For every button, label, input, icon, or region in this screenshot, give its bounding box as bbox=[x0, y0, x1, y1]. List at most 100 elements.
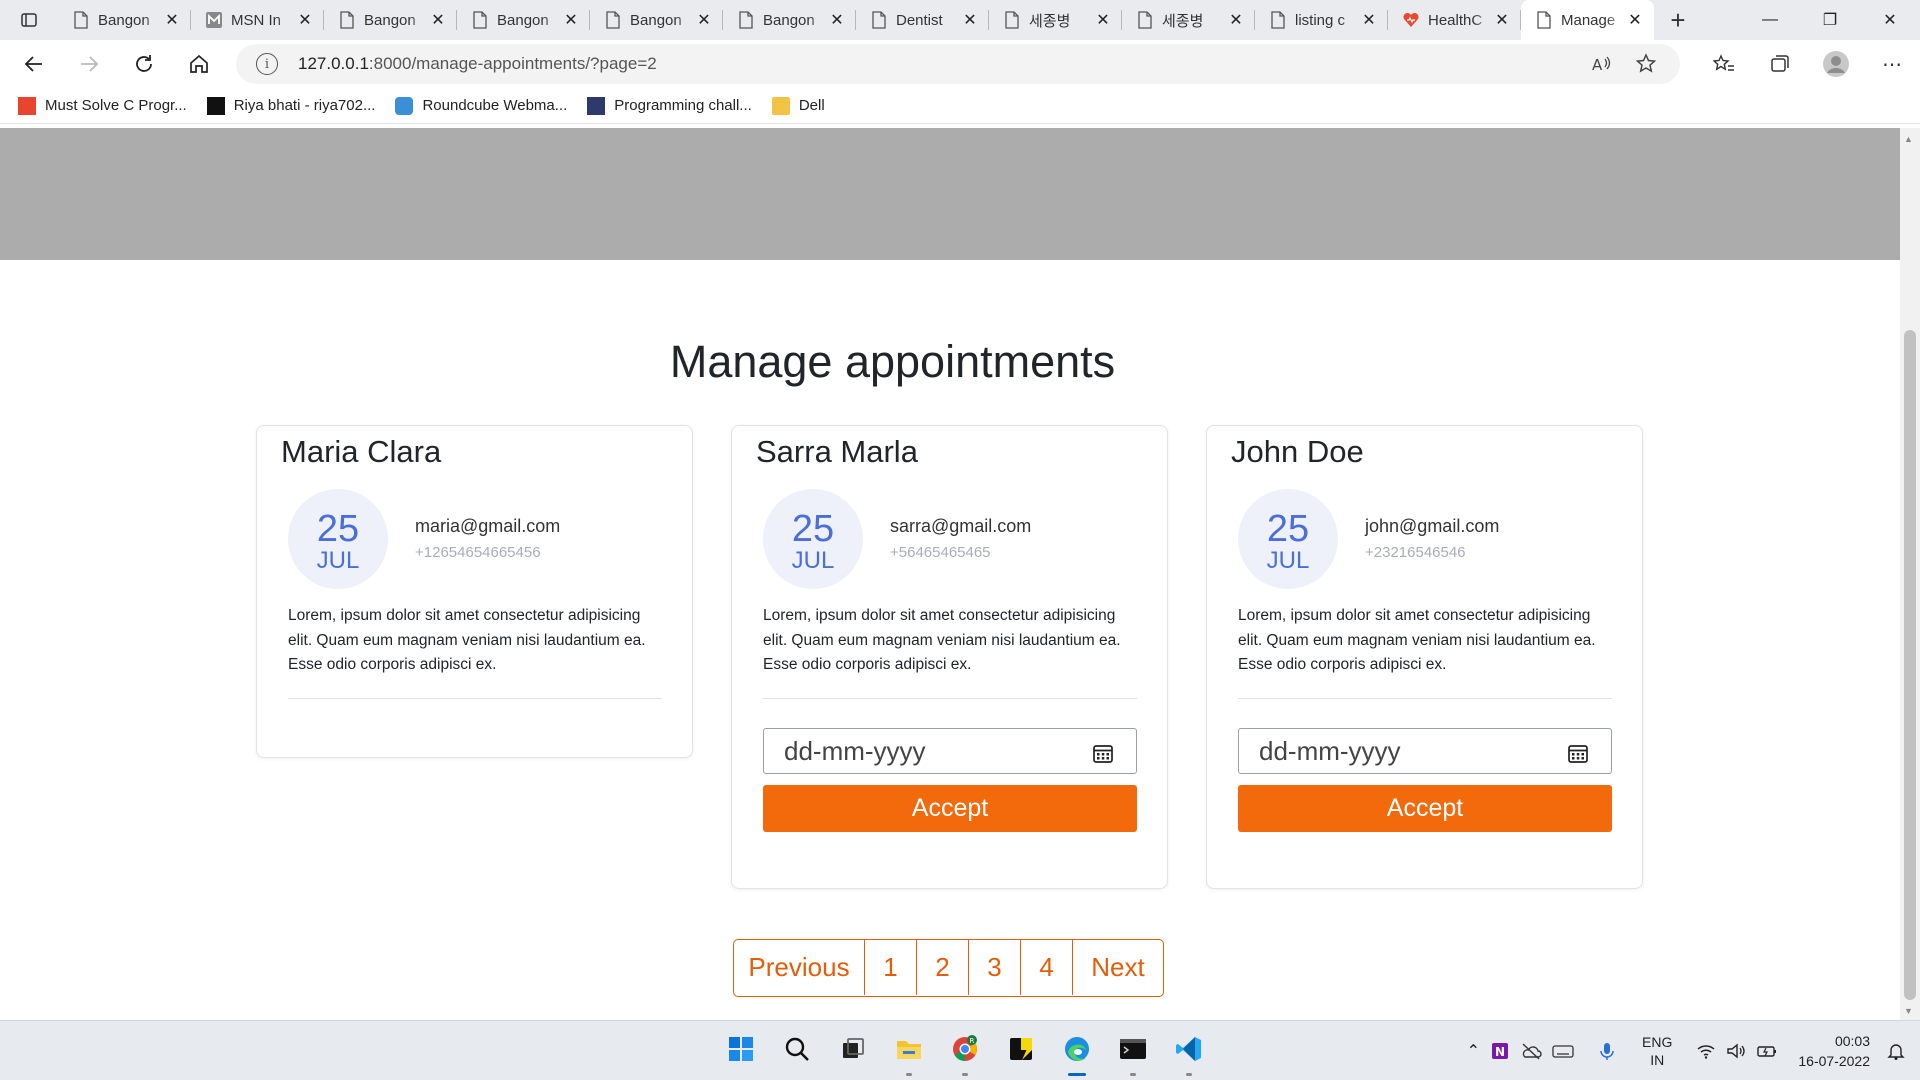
windows-start-taskbar-button[interactable] bbox=[720, 1030, 762, 1072]
tab-close-icon[interactable]: ✕ bbox=[1094, 11, 1112, 29]
file-explorer-taskbar-button[interactable] bbox=[888, 1030, 930, 1076]
page-icon bbox=[737, 11, 755, 29]
appointment-date-badge: 25 JUL bbox=[763, 489, 863, 589]
favorites-icon bbox=[1713, 54, 1734, 71]
edge-taskbar-button[interactable] bbox=[1056, 1030, 1098, 1076]
tab-close-icon[interactable]: ✕ bbox=[1360, 11, 1378, 29]
favorites-button[interactable] bbox=[1696, 40, 1752, 88]
pagination-page-1[interactable]: 1 bbox=[865, 940, 917, 995]
language-indicator[interactable]: ENG IN bbox=[1642, 1033, 1672, 1069]
bookmark-item[interactable]: Roundcube Webma... bbox=[395, 96, 568, 115]
tab-close-icon[interactable]: ✕ bbox=[1227, 11, 1245, 29]
bookmark-item[interactable]: Programming chall... bbox=[587, 96, 752, 115]
date-input[interactable]: dd-mm-yyyy bbox=[1238, 728, 1612, 774]
chrome-taskbar-button[interactable]: R bbox=[944, 1030, 986, 1076]
onedrive-icon[interactable] bbox=[1520, 1042, 1542, 1060]
search-taskbar-button[interactable] bbox=[776, 1030, 818, 1072]
tab-close-icon[interactable]: ✕ bbox=[828, 11, 846, 29]
tab-close-icon[interactable]: ✕ bbox=[1493, 11, 1511, 29]
accept-button[interactable]: Accept bbox=[763, 785, 1137, 832]
scrollbar-thumb[interactable] bbox=[1904, 330, 1916, 1000]
running-indicator bbox=[1186, 1073, 1192, 1076]
bookmark-favicon bbox=[395, 96, 414, 115]
url-host: 127.0.0.1 bbox=[298, 54, 369, 73]
read-aloud-icon[interactable]: A bbox=[1590, 53, 1612, 75]
browser-tab[interactable]: Bangon ✕ bbox=[457, 0, 590, 40]
pagination-previous[interactable]: Previous bbox=[734, 940, 865, 995]
site-info-icon[interactable]: i bbox=[256, 53, 278, 75]
address-bar[interactable]: i 127.0.0.1:8000/manage-appointments/?pa… bbox=[236, 44, 1680, 84]
browser-tab[interactable]: Bangon ✕ bbox=[58, 0, 191, 40]
terminal-taskbar-button[interactable] bbox=[1112, 1030, 1154, 1076]
minimize-icon[interactable]: — bbox=[1740, 0, 1800, 40]
home-button[interactable] bbox=[171, 44, 226, 84]
new-tab-button[interactable]: + bbox=[1654, 0, 1702, 40]
calendar-icon[interactable] bbox=[1092, 740, 1114, 763]
tab-actions-button[interactable] bbox=[0, 0, 58, 40]
wifi-icon[interactable] bbox=[1696, 1042, 1716, 1060]
browser-tab[interactable]: HealthC ✕ bbox=[1388, 0, 1521, 40]
bookmark-item[interactable]: Dell bbox=[771, 96, 825, 115]
keyboard-icon[interactable] bbox=[1552, 1042, 1574, 1060]
tab-close-icon[interactable]: ✕ bbox=[163, 11, 181, 29]
calendar-icon[interactable] bbox=[1567, 740, 1589, 763]
accept-button[interactable]: Accept bbox=[1238, 785, 1612, 832]
bookmark-item[interactable]: Riya bhati - riya702... bbox=[206, 96, 375, 115]
tab-close-icon[interactable]: ✕ bbox=[961, 11, 979, 29]
page-icon bbox=[870, 11, 888, 29]
microphone-icon[interactable] bbox=[1598, 1041, 1616, 1061]
language-region: IN bbox=[1650, 1052, 1665, 1068]
page-icon bbox=[72, 11, 90, 29]
pagination-page-3[interactable]: 3 bbox=[969, 940, 1021, 995]
browser-tab[interactable]: 세종병 ✕ bbox=[989, 0, 1122, 40]
running-indicator bbox=[962, 1073, 968, 1076]
collections-button[interactable] bbox=[1752, 40, 1808, 88]
svg-text:A: A bbox=[1592, 56, 1603, 74]
scroll-up-icon[interactable]: ▲ bbox=[1904, 134, 1913, 144]
browser-tab[interactable]: listing c ✕ bbox=[1255, 0, 1388, 40]
onenote-icon[interactable]: N bbox=[1490, 1041, 1510, 1061]
card-divider bbox=[288, 698, 662, 699]
profile-button[interactable] bbox=[1808, 40, 1864, 88]
tab-close-icon[interactable]: ✕ bbox=[296, 11, 314, 29]
msn-icon bbox=[205, 11, 223, 29]
forward-button[interactable] bbox=[61, 44, 116, 84]
tab-close-icon[interactable]: ✕ bbox=[695, 11, 713, 29]
notifications-icon[interactable] bbox=[1886, 1041, 1906, 1061]
language-code: ENG bbox=[1642, 1034, 1673, 1050]
task-view-taskbar-button[interactable] bbox=[832, 1030, 874, 1072]
volume-icon[interactable] bbox=[1726, 1042, 1746, 1060]
browser-tab[interactable]: Bangon ✕ bbox=[324, 0, 457, 40]
system-clock[interactable]: 00:03 16-07-2022 bbox=[1798, 1031, 1876, 1071]
back-button[interactable] bbox=[6, 44, 61, 84]
vscode-taskbar-button[interactable] bbox=[1168, 1030, 1210, 1076]
tab-close-icon[interactable]: ✕ bbox=[1626, 11, 1644, 29]
battery-icon[interactable] bbox=[1756, 1042, 1778, 1060]
browser-tab[interactable]: Dentist ✕ bbox=[856, 0, 989, 40]
browser-tab[interactable]: MSN In ✕ bbox=[191, 0, 324, 40]
browser-tab[interactable]: Bangon ✕ bbox=[590, 0, 723, 40]
pagination-page-2[interactable]: 2 bbox=[917, 940, 969, 995]
page-title: Manage appointments bbox=[669, 336, 1116, 387]
sticky-notes-taskbar-button[interactable] bbox=[1000, 1030, 1042, 1072]
refresh-button[interactable] bbox=[116, 44, 171, 84]
pagination-page-4[interactable]: 4 bbox=[1021, 940, 1073, 995]
browser-tab[interactable]: Manage ✕ bbox=[1521, 0, 1654, 40]
scroll-down-icon[interactable]: ▼ bbox=[1904, 1006, 1913, 1016]
date-input[interactable]: dd-mm-yyyy bbox=[763, 728, 1137, 774]
bookmark-item[interactable]: Must Solve C Progr... bbox=[18, 96, 187, 115]
hero-banner bbox=[0, 128, 1900, 260]
settings-more-button[interactable]: ⋯ bbox=[1864, 40, 1920, 88]
close-window-icon[interactable]: ✕ bbox=[1860, 0, 1920, 40]
browser-tab[interactable]: 세종병 ✕ bbox=[1122, 0, 1255, 40]
page-scrollbar[interactable]: ▲ ▼ bbox=[1900, 128, 1920, 1020]
bookmark-label: Roundcube Webma... bbox=[422, 97, 568, 114]
pagination-next[interactable]: Next bbox=[1073, 940, 1163, 995]
add-favorite-icon[interactable] bbox=[1636, 53, 1658, 75]
tab-close-icon[interactable]: ✕ bbox=[562, 11, 580, 29]
back-arrow-icon bbox=[24, 56, 42, 72]
tab-close-icon[interactable]: ✕ bbox=[429, 11, 447, 29]
browser-tab[interactable]: Bangon ✕ bbox=[723, 0, 856, 40]
tray-overflow-icon[interactable]: ⌃ bbox=[1467, 1041, 1480, 1061]
restore-icon[interactable]: ❐ bbox=[1800, 0, 1860, 40]
